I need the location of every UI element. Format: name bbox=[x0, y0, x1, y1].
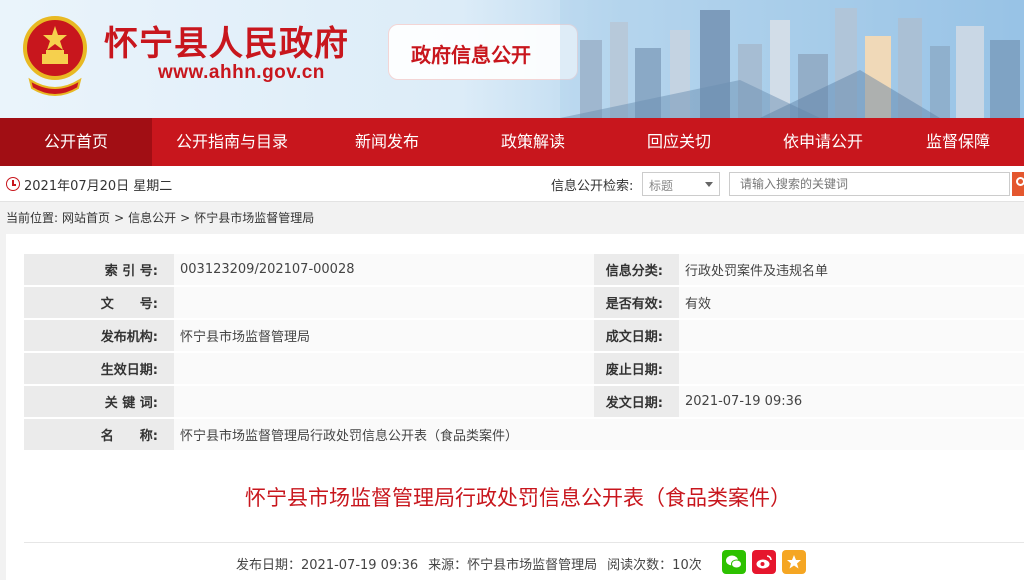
article-info: 发布日期：2021-07-19 09:36 来源：怀宁县市场监督管理局 阅读次数：1… bbox=[236, 554, 712, 573]
table-row: 索 引 号: 003123209/202107-00028 信息分类: 行政处罚… bbox=[24, 254, 1024, 285]
effective-date-value bbox=[174, 353, 594, 384]
metadata-table: 索 引 号: 003123209/202107-00028 信息分类: 行政处罚… bbox=[24, 252, 1024, 452]
index-label: 索 引 号: bbox=[24, 254, 174, 285]
breadcrumb-item-bureau[interactable]: 怀宁县市场监督管理局 bbox=[194, 211, 314, 225]
weibo-icon bbox=[756, 555, 772, 569]
search-icon bbox=[1016, 177, 1024, 186]
nav-item-apply[interactable]: 依申请公开 bbox=[754, 118, 892, 166]
index-value: 003123209/202107-00028 bbox=[174, 254, 594, 285]
header-banner: 怀宁县人民政府 www.ahhn.gov.cn 政府信息公开 bbox=[0, 0, 1024, 118]
expire-date-value bbox=[679, 353, 1024, 384]
docno-value bbox=[174, 287, 594, 318]
wechat-share-button[interactable] bbox=[722, 550, 746, 574]
section-tag: 政府信息公开 bbox=[388, 24, 578, 80]
docno-label: 文 号: bbox=[24, 287, 174, 318]
name-value: 怀宁县市场监督管理局行政处罚信息公开表（食品类案件） bbox=[174, 419, 1024, 450]
breadcrumb-item-home[interactable]: 网站首页 bbox=[62, 211, 110, 225]
wechat-icon bbox=[726, 555, 742, 569]
nav-item-response[interactable]: 回应关切 bbox=[604, 118, 754, 166]
expire-date-label: 废止日期: bbox=[594, 353, 679, 384]
breadcrumb-separator: > bbox=[180, 211, 191, 225]
table-row: 生效日期: 废止日期: bbox=[24, 353, 1024, 384]
nav-item-home[interactable]: 公开首页 bbox=[0, 118, 152, 166]
content-card: 索 引 号: 003123209/202107-00028 信息分类: 行政处罚… bbox=[6, 234, 1024, 580]
issued-date-label: 发文日期: bbox=[594, 386, 679, 417]
category-label: 信息分类: bbox=[594, 254, 679, 285]
breadcrumb-label: 当前位置: bbox=[6, 211, 59, 225]
nav-item-news[interactable]: 新闻发布 bbox=[312, 118, 462, 166]
table-row: 关 键 词: 发文日期: 2021-07-19 09:36 bbox=[24, 386, 1024, 417]
effective-date-label: 生效日期: bbox=[24, 353, 174, 384]
nav-item-supervision[interactable]: 监督保障 bbox=[892, 118, 1024, 166]
issued-date-value: 2021-07-19 09:36 bbox=[679, 386, 1024, 417]
keywords-value bbox=[174, 386, 594, 417]
publish-date: 发布日期：2021-07-19 09:36 bbox=[236, 558, 419, 573]
divider bbox=[24, 542, 1024, 543]
clock-icon bbox=[6, 177, 20, 191]
search-scope-value: 标题 bbox=[649, 179, 674, 193]
valid-label: 是否有效: bbox=[594, 287, 679, 318]
view-count: 阅读次数：10次 bbox=[607, 558, 702, 573]
main-nav: 公开首页 公开指南与目录 新闻发布 政策解读 回应关切 依申请公开 监督保障 bbox=[0, 118, 1024, 166]
favorite-icon bbox=[787, 555, 801, 569]
chevron-down-icon bbox=[705, 182, 713, 187]
name-label: 名 称: bbox=[24, 419, 174, 450]
keywords-label: 关 键 词: bbox=[24, 386, 174, 417]
valid-value: 有效 bbox=[679, 287, 1024, 318]
article-source: 来源：怀宁县市场监督管理局 bbox=[428, 558, 598, 573]
site-title[interactable]: 怀宁县人民政府 bbox=[104, 16, 349, 65]
current-date: 2021年07月20日 星期二 bbox=[24, 179, 173, 194]
search-label: 信息公开检索: bbox=[551, 179, 634, 194]
nav-item-guide[interactable]: 公开指南与目录 bbox=[152, 118, 312, 166]
category-value: 行政处罚案件及违规名单 bbox=[679, 254, 1024, 285]
search-button[interactable] bbox=[1012, 172, 1024, 196]
written-date-value bbox=[679, 320, 1024, 351]
site-url[interactable]: www.ahhn.gov.cn bbox=[158, 62, 325, 84]
breadcrumb-separator: > bbox=[114, 211, 125, 225]
weibo-share-button[interactable] bbox=[752, 550, 776, 574]
table-row: 发布机构: 怀宁县市场监督管理局 成文日期: bbox=[24, 320, 1024, 351]
city-skyline-image bbox=[560, 0, 1024, 118]
favorite-button[interactable] bbox=[782, 550, 806, 574]
nav-item-policy[interactable]: 政策解读 bbox=[462, 118, 604, 166]
national-emblem-icon bbox=[23, 16, 87, 96]
publisher-value: 怀宁县市场监督管理局 bbox=[174, 320, 594, 351]
breadcrumb-item-info[interactable]: 信息公开 bbox=[128, 211, 176, 225]
publisher-label: 发布机构: bbox=[24, 320, 174, 351]
table-row: 文 号: 是否有效: 有效 bbox=[24, 287, 1024, 318]
topbar: 2021年07月20日 星期二 信息公开检索: 标题 bbox=[0, 166, 1024, 202]
section-tag-label: 政府信息公开 bbox=[411, 43, 531, 67]
written-date-label: 成文日期: bbox=[594, 320, 679, 351]
table-row: 名 称: 怀宁县市场监督管理局行政处罚信息公开表（食品类案件） bbox=[24, 419, 1024, 450]
search-scope-select[interactable]: 标题 bbox=[642, 172, 720, 196]
search-input[interactable] bbox=[729, 172, 1010, 196]
breadcrumb: 当前位置: 网站首页 > 信息公开 > 怀宁县市场监督管理局 bbox=[6, 209, 318, 226]
document-title: 怀宁县市场监督管理局行政处罚信息公开表（食品类案件） bbox=[245, 486, 791, 510]
